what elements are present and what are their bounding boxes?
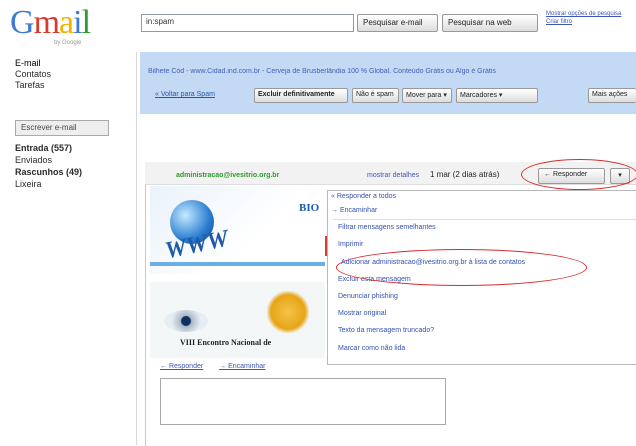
ad-text[interactable]: Bilhete Cód - www.Cidad.ind.com.br - Cer… <box>148 68 636 75</box>
bio-label: BIO <box>299 202 320 214</box>
tree-icon <box>266 290 310 334</box>
labels-dropdown[interactable]: Marcadores ▾ <box>456 88 538 103</box>
menu-item-message-garbled[interactable]: Texto da mensagem truncado? <box>338 327 434 334</box>
nav-item-tasks[interactable]: Tarefas <box>15 80 130 91</box>
folder-list: Entrada (557) Enviados Rascunhos (49) Li… <box>15 142 135 190</box>
menu-item-forward[interactable]: → Encaminhar <box>331 207 377 214</box>
search-options-link[interactable]: Mostrar opções de pesquisa Criar filtro <box>546 10 636 26</box>
search-web-button[interactable]: Pesquisar na web <box>442 14 538 32</box>
reply-links: ← Responder → Encaminhar <box>160 363 279 370</box>
annotation-oval-add-contact <box>336 249 587 286</box>
nav-item-contacts[interactable]: Contatos <box>15 69 130 80</box>
more-actions-dropdown[interactable]: Mais ações <box>588 88 636 103</box>
sender-name[interactable]: administracao@ivesitrio.org.br <box>176 172 279 179</box>
menu-item-show-original[interactable]: Mostrar original <box>338 310 386 317</box>
search-mail-button[interactable]: Pesquisar e-mail <box>357 14 438 32</box>
reply-link[interactable]: ← Responder <box>160 363 203 370</box>
decorative-bar <box>150 262 325 266</box>
delete-forever-button[interactable]: Excluir definitivamente <box>254 88 348 103</box>
folder-inbox[interactable]: Entrada (557) <box>15 142 135 154</box>
menu-item-reply-all[interactable]: « Responder a todos <box>331 193 396 200</box>
folder-drafts[interactable]: Rascunhos (49) <box>15 166 135 178</box>
menu-divider <box>333 219 636 220</box>
forward-link[interactable]: → Encaminhar <box>219 363 265 370</box>
email-image-event: VIII Encontro Nacional de <box>150 282 325 358</box>
gmail-logo[interactable]: Gmail by Google <box>10 4 130 47</box>
search-input[interactable]: in:spam <box>141 14 354 32</box>
eye-icon <box>164 310 208 332</box>
event-caption: VIII Encontro Nacional de <box>180 338 272 347</box>
folder-trash[interactable]: Lixeira <box>15 178 135 190</box>
main-nav: E-mail Contatos Tarefas <box>15 58 130 91</box>
quick-reply-box[interactable] <box>160 378 446 425</box>
compose-button[interactable]: Escrever e-mail <box>15 120 109 136</box>
nav-item-email[interactable]: E-mail <box>15 58 130 69</box>
logo-sub: by Google <box>54 40 82 46</box>
menu-item-print[interactable]: Imprimir <box>338 241 363 248</box>
menu-item-filter-similar[interactable]: Filtrar mensagens semelhantes <box>338 224 436 231</box>
logo-text: Gmail <box>10 4 91 41</box>
not-spam-button[interactable]: Não é spam <box>352 88 399 103</box>
move-to-dropdown[interactable]: Mover para ▾ <box>402 88 452 103</box>
ad-banner <box>140 52 636 112</box>
menu-item-mark-unread[interactable]: Marcar como não lida <box>338 345 405 352</box>
annotation-oval-reply <box>521 159 636 190</box>
folder-sent[interactable]: Enviados <box>15 154 135 166</box>
divider <box>136 52 137 445</box>
back-to-spam-link[interactable]: « Voltar para Spam <box>155 91 215 98</box>
show-details-link[interactable]: mostrar detalhes <box>367 172 419 179</box>
message-date: 1 mar (2 dias atrás) <box>430 170 500 179</box>
email-image-banner: WWW BIO <box>150 186 325 274</box>
divider <box>140 112 636 114</box>
menu-item-report-phishing[interactable]: Denunciar phishing <box>338 293 398 300</box>
